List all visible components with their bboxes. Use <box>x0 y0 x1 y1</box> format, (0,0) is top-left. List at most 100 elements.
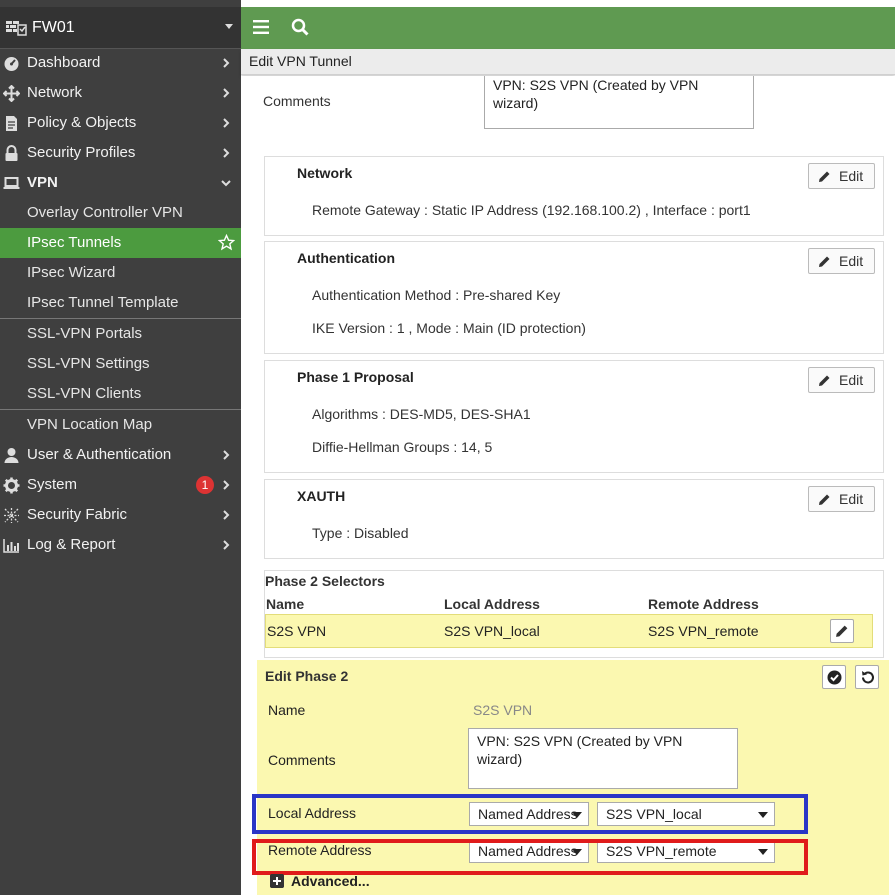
sidebar-item-ssl-vpn-portals[interactable]: SSL-VPN Portals <box>0 319 241 349</box>
row-local-address: S2S VPN_local <box>444 623 540 639</box>
nav-item-vpn[interactable]: VPN <box>0 168 241 198</box>
sidebar-item-label: IPsec Wizard <box>27 264 116 281</box>
chevron-right-icon <box>223 148 230 158</box>
panel-detail: Authentication Method : Pre-shared Key <box>312 287 561 303</box>
edit-label: Edit <box>839 168 864 184</box>
sidebar-item-label: IPsec Tunnels <box>27 234 122 251</box>
sidebar-item-vpn-location-map[interactable]: VPN Location Map <box>0 410 241 440</box>
chevron-down-icon <box>221 180 231 187</box>
hamburger-icon[interactable] <box>253 20 269 34</box>
remote-address-highlight-box <box>252 839 808 875</box>
gear-icon <box>3 477 20 494</box>
panel-detail: Diffie-Hellman Groups : 14, 5 <box>312 439 493 455</box>
panel-title: XAUTH <box>297 488 346 504</box>
edit-network-button[interactable]: Edit <box>808 163 875 189</box>
sidebar-item-ssl-vpn-settings[interactable]: SSL-VPN Settings <box>0 349 241 379</box>
panel-detail: Algorithms : DES-MD5, DES-SHA1 <box>312 406 531 422</box>
network-panel: Network Remote Gateway : Static IP Addre… <box>264 156 884 236</box>
edit-label: Edit <box>839 372 864 388</box>
nav-item-label: Policy & Objects <box>27 114 137 131</box>
nav-item-log-report[interactable]: Log & Report <box>0 530 241 560</box>
nav-item-user-authentication[interactable]: User & Authentication <box>0 440 241 470</box>
chevron-right-icon <box>223 450 230 460</box>
phase2-comments-textarea[interactable]: VPN: S2S VPN (Created by VPN wizard) <box>468 728 738 789</box>
confirm-button[interactable] <box>822 665 846 689</box>
pencil-icon <box>819 171 830 182</box>
device-name: FW01 <box>32 19 75 36</box>
sidebar-item-ipsec-tunnel-template[interactable]: IPsec Tunnel Template <box>0 288 241 318</box>
sidebar-item-ipsec-wizard[interactable]: IPsec Wizard <box>0 258 241 288</box>
main-content: Comments VPN: S2S VPN (Created by VPN wi… <box>241 76 895 895</box>
panel-detail: IKE Version : 1 , Mode : Main (ID protec… <box>312 320 586 336</box>
row-remote-address: S2S VPN_remote <box>648 623 759 639</box>
sidebar-item-ssl-vpn-clients[interactable]: SSL-VPN Clients <box>0 379 241 409</box>
nav-item-system[interactable]: System 1 <box>0 470 241 500</box>
device-selector[interactable]: FW01 <box>0 7 241 49</box>
pencil-icon <box>819 256 830 267</box>
phase2-selectors-section: Phase 2 Selectors Name Local Address Rem… <box>264 570 884 658</box>
column-header-local-address: Local Address <box>444 596 540 612</box>
top-bar <box>241 7 895 49</box>
panel-detail: Remote Gateway : Static IP Address (192.… <box>312 202 751 218</box>
panel-title: Network <box>297 165 353 181</box>
sidebar-item-ipsec-tunnels[interactable]: IPsec Tunnels <box>0 228 241 258</box>
edit-authentication-button[interactable]: Edit <box>808 248 875 274</box>
sidebar: FW01 Dashboard Network Policy & Objects … <box>0 0 241 895</box>
section-title: Phase 2 Selectors <box>265 573 385 589</box>
chevron-right-icon <box>223 540 230 550</box>
nav-item-label: User & Authentication <box>27 446 172 463</box>
name-value: S2S VPN <box>473 702 533 718</box>
nav-item-dashboard[interactable]: Dashboard <box>0 48 241 78</box>
notification-badge: 1 <box>196 476 214 494</box>
laptop-icon <box>3 177 20 189</box>
undo-button[interactable] <box>855 665 879 689</box>
chevron-right-icon <box>223 88 230 98</box>
advanced-label: Advanced... <box>291 873 370 889</box>
chevron-right-icon <box>223 118 230 128</box>
nav-item-policy-objects[interactable]: Policy & Objects <box>0 108 241 138</box>
panel-detail: Type : Disabled <box>312 525 409 541</box>
nav-menu: Dashboard Network Policy & Objects Secur… <box>0 48 241 560</box>
breadcrumb: Edit VPN Tunnel <box>241 49 895 75</box>
comments-textarea[interactable]: VPN: S2S VPN (Created by VPN wizard) <box>484 76 754 129</box>
nav-item-label: System <box>27 476 78 493</box>
edit-xauth-button[interactable]: Edit <box>808 486 875 512</box>
nav-item-label: Dashboard <box>27 54 101 71</box>
sidebar-item-label: SSL-VPN Clients <box>27 385 142 402</box>
nav-item-network[interactable]: Network <box>0 78 241 108</box>
search-icon[interactable] <box>291 18 309 36</box>
bar-chart-icon <box>3 539 19 553</box>
plus-square-icon <box>270 874 284 888</box>
column-header-remote-address: Remote Address <box>648 596 759 612</box>
chevron-right-icon <box>223 510 230 520</box>
edit-selector-button[interactable] <box>830 619 854 643</box>
comments-label: Comments <box>268 752 336 768</box>
advanced-toggle[interactable]: Advanced... <box>270 873 370 889</box>
sidebar-item-label: VPN Location Map <box>27 416 153 433</box>
chevron-right-icon <box>223 58 230 68</box>
undo-icon <box>862 671 874 684</box>
page-title: Edit VPN Tunnel <box>249 53 352 69</box>
star-favorite-icon[interactable] <box>218 234 235 251</box>
table-row[interactable]: S2S VPN S2S VPN_local S2S VPN_remote <box>265 614 873 648</box>
checkmark-circle-icon <box>827 670 842 685</box>
pencil-icon <box>819 494 830 505</box>
nav-item-label: VPN <box>27 174 58 191</box>
sidebar-item-overlay-controller-vpn[interactable]: Overlay Controller VPN <box>0 198 241 228</box>
sidebar-item-label: IPsec Tunnel Template <box>27 294 179 311</box>
sidebar-item-label: SSL-VPN Settings <box>27 355 150 372</box>
nav-item-label: Network <box>27 84 83 101</box>
user-icon <box>4 448 19 463</box>
edit-label: Edit <box>839 253 864 269</box>
edit-phase1-button[interactable]: Edit <box>808 367 875 393</box>
nav-item-security-profiles[interactable]: Security Profiles <box>0 138 241 168</box>
pencil-icon <box>836 625 848 637</box>
nav-item-label: Security Fabric <box>27 506 128 523</box>
sidebar-item-label: SSL-VPN Portals <box>27 325 143 342</box>
nav-item-label: Log & Report <box>27 536 116 553</box>
sidebar-item-label: Overlay Controller VPN <box>27 204 183 221</box>
chevron-down-icon <box>225 24 233 29</box>
comments-label: Comments <box>263 93 331 109</box>
nav-item-security-fabric[interactable]: Security Fabric <box>0 500 241 530</box>
firewall-device-icon <box>6 21 27 36</box>
